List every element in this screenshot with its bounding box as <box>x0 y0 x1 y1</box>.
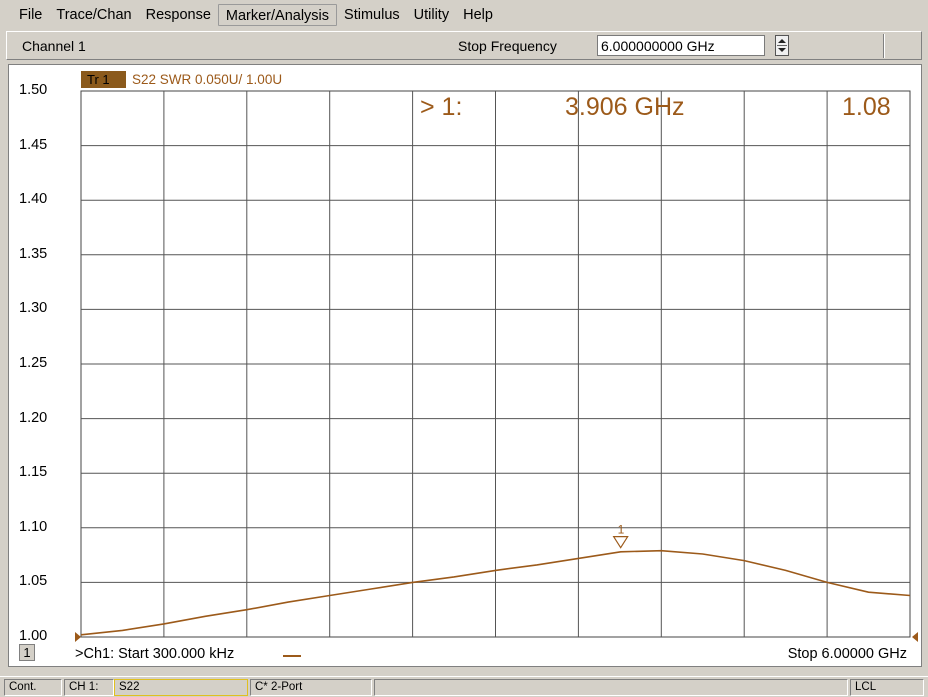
reference-arrow-left-icon <box>75 632 81 642</box>
y-tick-label: 1.05 <box>19 573 48 590</box>
status-remote: LCL <box>850 679 924 696</box>
y-tick-label: 1.40 <box>19 191 48 208</box>
y-tick-label: 1.30 <box>19 300 48 317</box>
menu-response[interactable]: Response <box>139 4 218 26</box>
menu-stimulus[interactable]: Stimulus <box>337 4 407 26</box>
marker-readout-prefix: > 1: <box>420 93 463 121</box>
frequency-spinner[interactable] <box>775 35 789 56</box>
trace-tab-label: Tr 1 <box>87 72 110 87</box>
marker-triangle-icon[interactable] <box>612 536 629 549</box>
y-tick-label: 1.10 <box>19 518 48 535</box>
status-blank <box>374 679 848 696</box>
trace-display[interactable]: 1 Tr 1 S22 SWR 0.050U/ 1.00U 1.50 1.45 1.4… <box>8 64 922 667</box>
menu-trace-chan[interactable]: Trace/Chan <box>49 4 138 26</box>
menu-utility[interactable]: Utility <box>407 4 456 26</box>
stimulus-row: 1 >Ch1: Start 300.000 kHz Stop 6.00000 G… <box>9 642 921 666</box>
y-tick-label: 1.50 <box>19 82 48 98</box>
status-parameter: S22 <box>114 679 248 696</box>
spin-down-icon[interactable] <box>778 48 786 52</box>
trace-tab[interactable]: Tr 1 <box>81 71 126 88</box>
stop-frequency-text: Stop 6.00000 GHz <box>787 646 907 662</box>
swr-plot[interactable]: 1 <box>9 65 921 666</box>
spinner-divider <box>777 45 787 46</box>
marker-readout-frequency: 3.906 GHz <box>565 93 685 121</box>
menu-help[interactable]: Help <box>456 4 500 26</box>
status-mode: Cont. <box>4 679 62 696</box>
status-channel: CH 1: <box>64 679 114 696</box>
y-tick-label: 1.20 <box>19 409 48 426</box>
stop-frequency-input[interactable] <box>597 35 765 56</box>
trace-legend-line <box>283 655 301 657</box>
marker-readout-value: 1.08 <box>842 93 891 121</box>
start-frequency-text: >Ch1: Start 300.000 kHz <box>75 646 235 662</box>
y-tick-label: 1.15 <box>19 464 48 481</box>
marker-label: 1 <box>618 523 625 537</box>
status-calibration: C* 2-Port <box>250 679 372 696</box>
trace-description[interactable]: S22 SWR 0.050U/ 1.00U <box>132 71 282 88</box>
channel-number-box[interactable]: 1 <box>19 644 35 661</box>
y-tick-label: 1.45 <box>19 136 48 153</box>
y-tick-label: 1.35 <box>19 245 48 262</box>
toolbar-separator <box>883 34 885 58</box>
reference-arrow-right-icon <box>912 632 918 642</box>
y-tick-label: 1.25 <box>19 355 48 371</box>
menu-marker-analysis[interactable]: Marker/Analysis <box>217 4 338 26</box>
status-bar: Cont. CH 1: S22 C* 2-Port LCL <box>0 676 928 697</box>
toolbar: Channel 1 Stop Frequency <box>6 31 922 60</box>
spin-up-icon[interactable] <box>778 39 786 43</box>
channel-label: Channel 1 <box>22 38 86 54</box>
stop-frequency-label: Stop Frequency <box>458 38 557 54</box>
menu-bar: File Trace/Chan Response Marker/Analysis Sti… <box>0 0 928 30</box>
menu-file[interactable]: File <box>12 4 49 26</box>
